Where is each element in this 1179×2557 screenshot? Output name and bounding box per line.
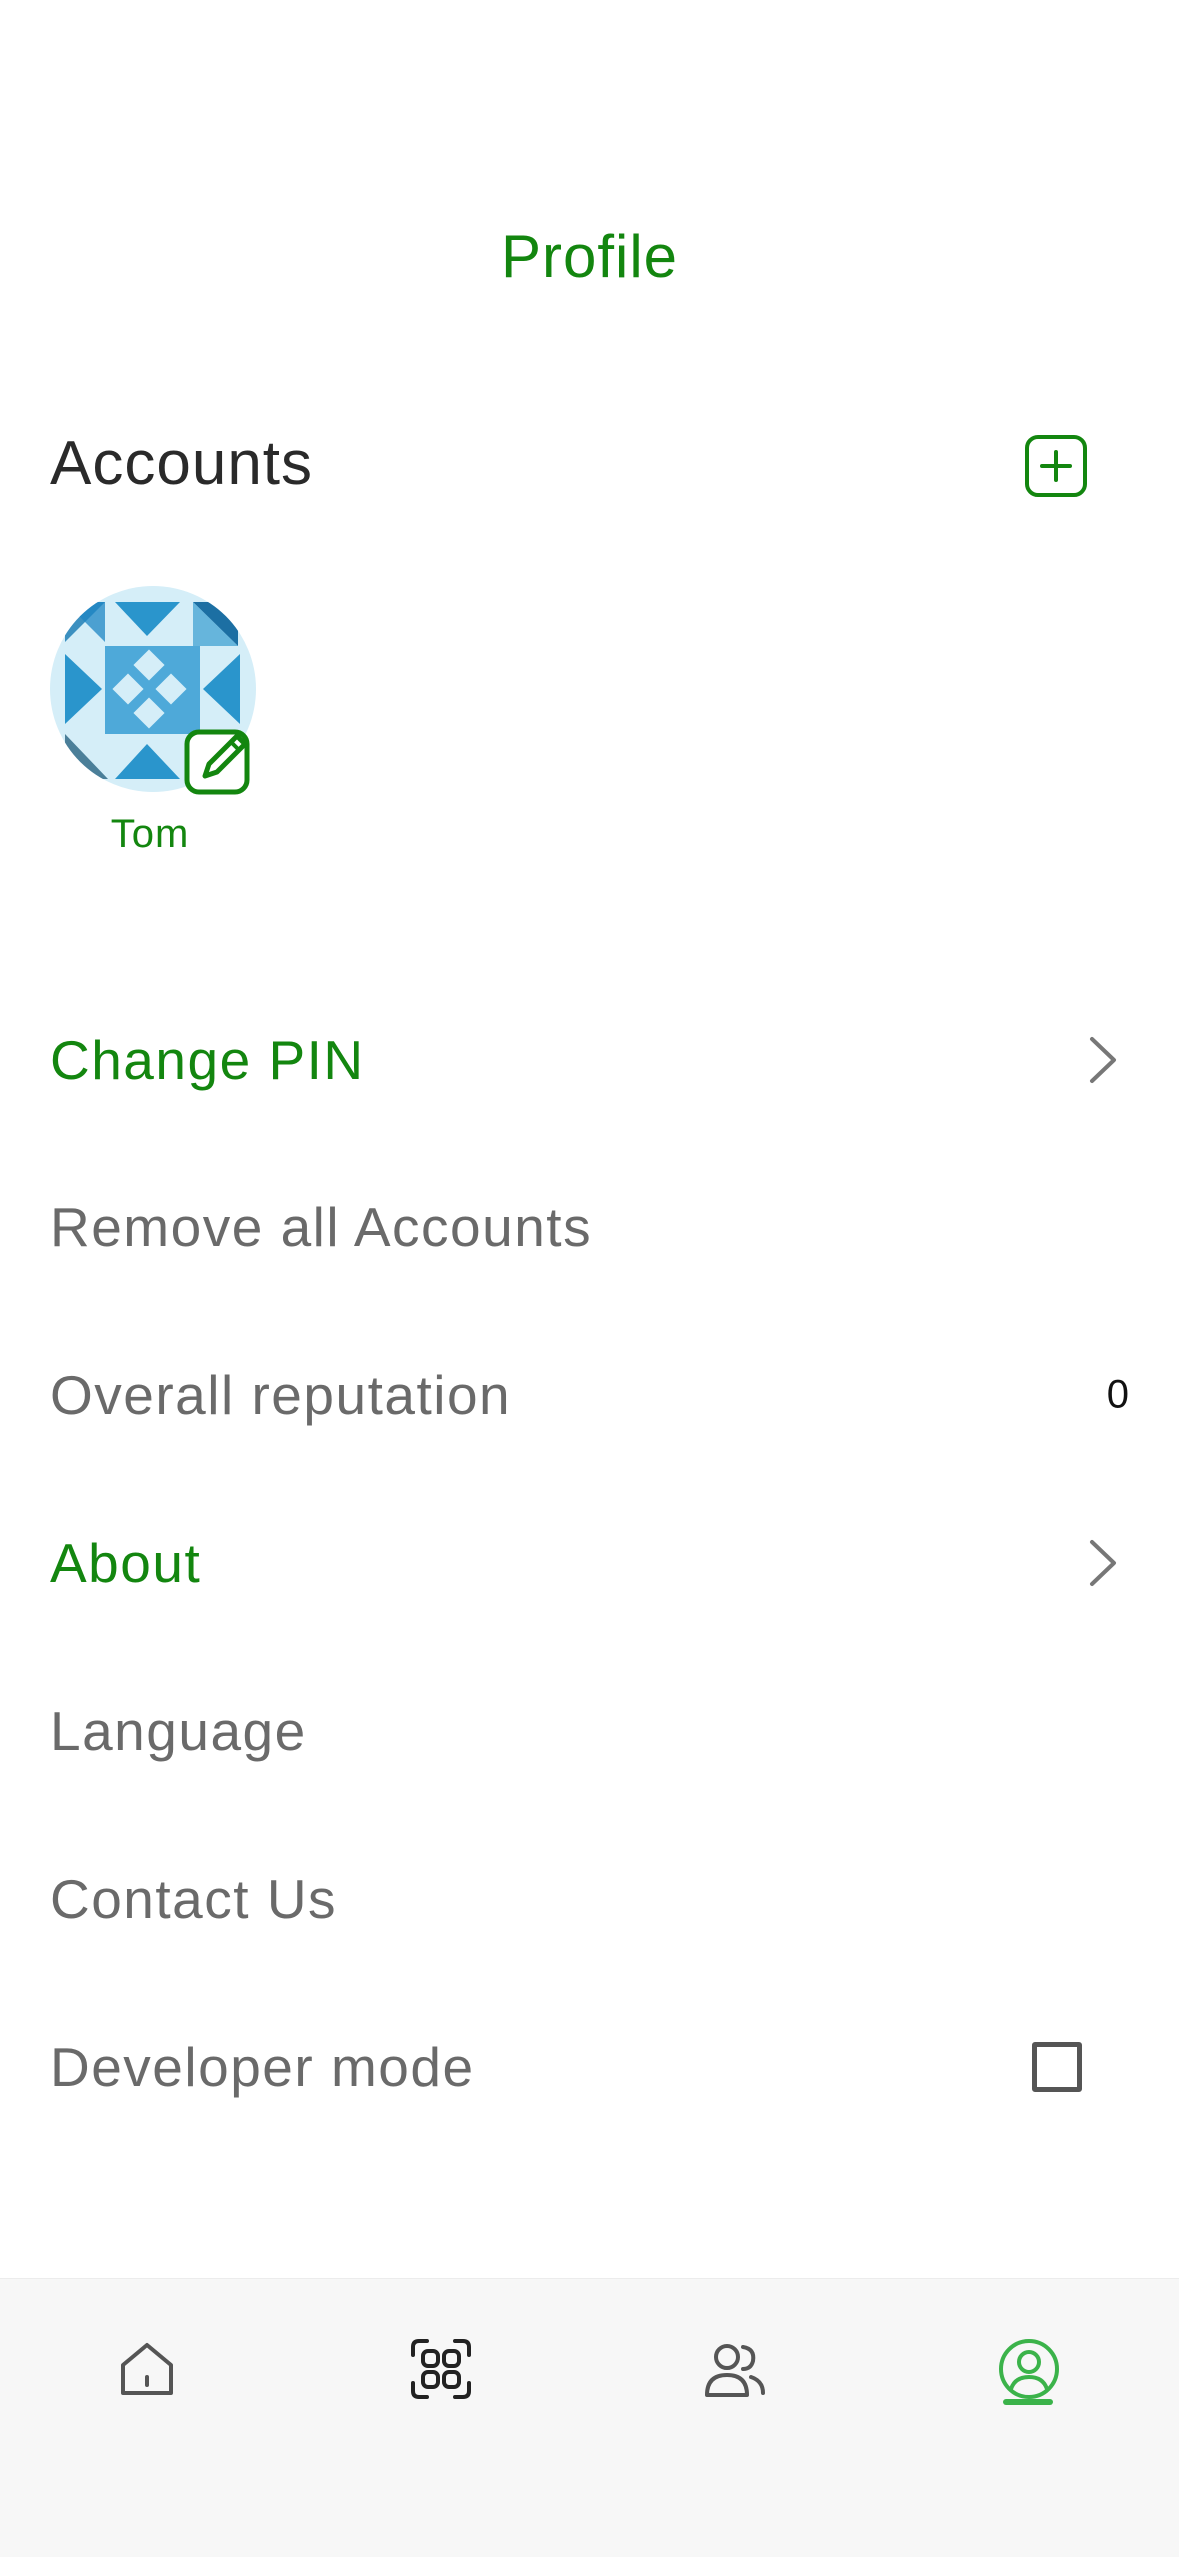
menu-label: Language bbox=[50, 1700, 307, 1762]
chevron-right-icon bbox=[1090, 1037, 1116, 1083]
edit-avatar-button[interactable] bbox=[183, 724, 255, 796]
menu-label: Contact Us bbox=[50, 1868, 338, 1930]
accounts-heading: Accounts bbox=[50, 429, 314, 498]
menu-item-language[interactable]: Language bbox=[0, 1661, 1179, 1801]
plus-square-icon bbox=[1025, 435, 1087, 497]
menu-item-remove-accounts[interactable]: Remove all Accounts bbox=[0, 1157, 1179, 1297]
nav-item-profile[interactable] bbox=[969, 2309, 1089, 2429]
menu-label: Overall reputation bbox=[50, 1364, 512, 1426]
bottom-nav bbox=[0, 2278, 1179, 2557]
menu-label: About bbox=[50, 1532, 202, 1594]
nav-item-contacts[interactable] bbox=[675, 2309, 795, 2429]
nav-active-indicator bbox=[1003, 2399, 1053, 2405]
add-account-button[interactable] bbox=[1024, 434, 1088, 498]
edit-pencil-icon bbox=[184, 729, 250, 795]
menu-item-reputation: Overall reputation 0 bbox=[0, 1325, 1179, 1465]
reputation-value: 0 bbox=[1106, 1372, 1129, 1417]
menu-label: Remove all Accounts bbox=[50, 1196, 593, 1258]
nav-item-home[interactable] bbox=[87, 2309, 207, 2429]
menu-label: Change PIN bbox=[50, 1029, 365, 1091]
account-name: Tom bbox=[110, 812, 190, 856]
chevron-right-icon bbox=[1090, 1540, 1116, 1586]
menu-label: Developer mode bbox=[50, 2036, 475, 2098]
nav-item-scan[interactable] bbox=[381, 2309, 501, 2429]
menu-item-about[interactable]: About bbox=[0, 1493, 1179, 1633]
home-icon bbox=[121, 2343, 173, 2395]
scan-icon bbox=[411, 2339, 471, 2399]
developer-mode-checkbox[interactable] bbox=[1032, 2042, 1082, 2092]
profile-icon bbox=[999, 2339, 1059, 2399]
contacts-icon bbox=[705, 2344, 765, 2397]
page-title: Profile bbox=[500, 223, 679, 290]
menu-item-developer-mode[interactable]: Developer mode bbox=[0, 1997, 1179, 2137]
menu-item-contact-us[interactable]: Contact Us bbox=[0, 1829, 1179, 1969]
menu-item-change-pin[interactable]: Change PIN bbox=[0, 990, 1179, 1130]
